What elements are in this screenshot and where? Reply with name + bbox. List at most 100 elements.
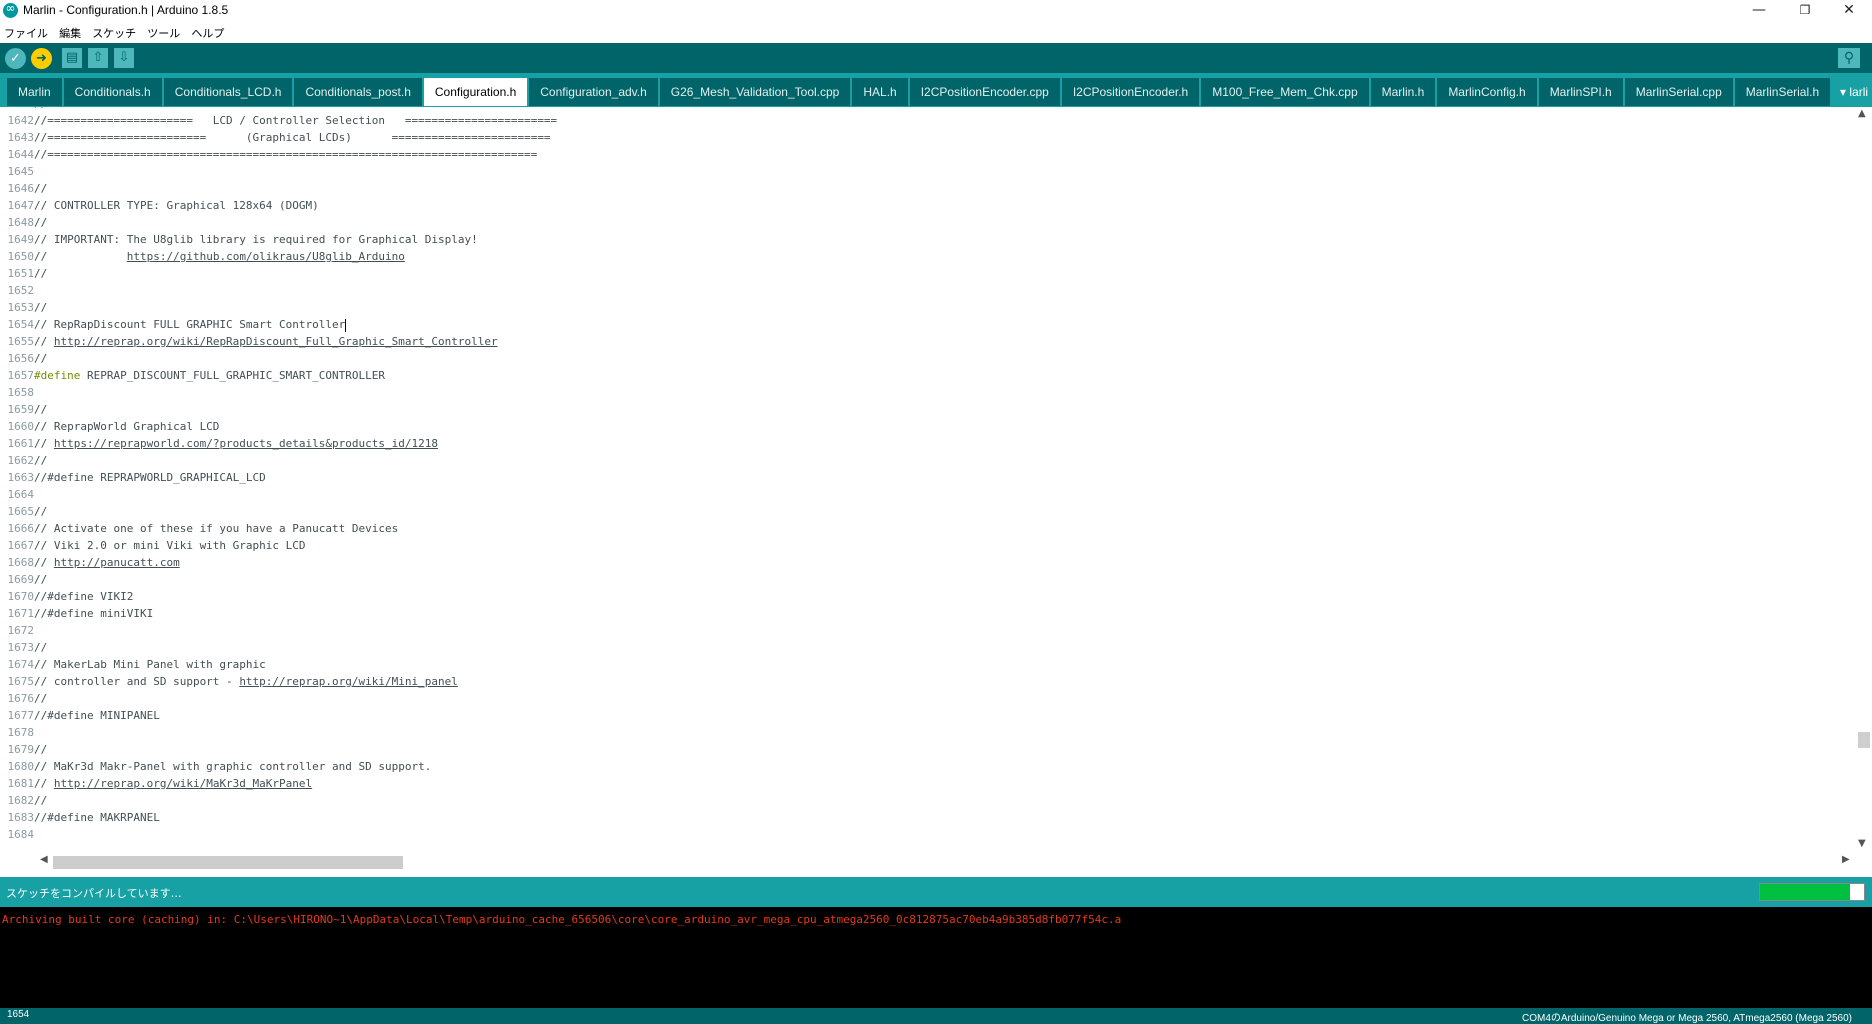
menu-help[interactable]: ヘルプ [189, 23, 226, 41]
code-line: 1653// [0, 299, 48, 316]
code-link[interactable]: http://reprap.org/wiki/RepRapDiscount_Fu… [54, 335, 498, 348]
tab-conditionals-h[interactable]: Conditionals.h [63, 78, 162, 106]
line-number: 1672 [7, 624, 35, 637]
scroll-left-icon[interactable]: ◀ [40, 854, 48, 865]
board-info: COM4のArduino/Genuino Mega or Mega 2560, … [1521, 1013, 1852, 1024]
tab-marlin-h[interactable]: Marlin.h [1370, 78, 1436, 106]
tab-marlinconfig-h[interactable]: MarlinConfig.h [1437, 78, 1537, 106]
tab-hal-h[interactable]: HAL.h [852, 78, 908, 106]
code-line: 1683//#define MAKRPANEL [0, 809, 160, 826]
code-line: 1681// http://reprap.org/wiki/MaKr3d_MaK… [0, 775, 313, 792]
tab-marlinserial-cpp[interactable]: MarlinSerial.cpp [1624, 78, 1733, 106]
code-line: 1662// [0, 452, 48, 469]
code-line: 1646// [0, 180, 48, 197]
menu-sketch[interactable]: スケッチ [90, 23, 138, 41]
line-number: 1679 [7, 743, 35, 756]
verify-check-icon[interactable]: ✓ [5, 48, 26, 69]
code-line: 1655// http://reprap.org/wiki/RepRapDisc… [0, 333, 498, 350]
scroll-right-icon[interactable]: ▶ [1842, 854, 1850, 865]
code-link[interactable]: https://github.com/olikraus/U8glib_Ardui… [127, 250, 405, 263]
code-content: // [34, 250, 48, 263]
current-line-number: 1654 [7, 1009, 30, 1020]
restore-icon[interactable]: ❐ [1782, 0, 1828, 21]
save-icon[interactable]: ⇩ [114, 48, 134, 68]
tab-menu-button[interactable]: ▾ larli [1840, 78, 1872, 106]
open-icon[interactable]: ⇧ [88, 48, 108, 68]
code-content: // [34, 692, 48, 705]
tab-m100-free-mem-chk-cpp[interactable]: M100_Free_Mem_Chk.cpp [1201, 78, 1369, 106]
code-link[interactable]: http://reprap.org/wiki/Mini_panel [239, 675, 458, 688]
tabs-container: Marlin Conditionals.h Conditionals_LCD.h Co… [7, 78, 1832, 107]
code-line: 1677//#define MINIPANEL [0, 707, 160, 724]
code-text: // controller and SD support - http://re… [34, 673, 458, 690]
code-content: // controller and SD support - [34, 675, 240, 688]
code-content: //#define REPRAPWORLD_GRAPHICAL_LCD [34, 471, 266, 484]
tab-conditionals-post-h[interactable]: Conditionals_post.h [294, 78, 422, 106]
code-text: //====================== LCD / Controlle… [34, 112, 557, 129]
tab-i2cpositionencoder-h[interactable]: I2CPositionEncoder.h [1061, 78, 1200, 106]
code-link[interactable]: https://reprapworld.com/?products_detail… [54, 437, 438, 450]
scroll-up-icon[interactable]: ▲ [1858, 108, 1866, 119]
line-number: 1657 [7, 369, 35, 382]
code-content: // [34, 301, 48, 314]
line-number: 1664 [7, 488, 35, 501]
line-number: 1665 [7, 505, 35, 518]
code-line: 1666// Activate one of these if you have… [0, 520, 399, 537]
code-text: // [34, 214, 47, 231]
code-text: // Activate one of these if you have a P… [34, 520, 398, 537]
code-text: // [34, 690, 47, 707]
code-content: // RepRapDiscount FULL GRAPHIC Smart Con… [34, 318, 346, 331]
serial-monitor-icon[interactable]: ⚲ [1838, 48, 1860, 68]
line-number: 1674 [7, 658, 35, 671]
code-line: 1654// RepRapDiscount FULL GRAPHIC Smart… [0, 316, 347, 333]
compile-status: スケッチをコンパイルしています… [6, 887, 182, 900]
code-line: 1643//======================== (Graphica… [0, 129, 551, 146]
tab-i2cpositionencoder-cpp[interactable]: I2CPositionEncoder.cpp [909, 78, 1060, 106]
menu-file[interactable]: ファイル [2, 23, 50, 41]
code-text: // https://reprapworld.com/?products_det… [34, 435, 438, 452]
code-content: //======================================… [34, 107, 537, 110]
code-text: //======================================… [34, 146, 537, 163]
tab-marlinspi-h[interactable]: MarlinSPI.h [1538, 78, 1623, 106]
code-content: // [34, 182, 48, 195]
code-text: // [34, 792, 47, 809]
code-line: 1660// ReprapWorld Graphical LCD [0, 418, 220, 435]
code-editor[interactable]: 1641//==================================… [0, 107, 1854, 854]
vertical-scroll-thumb[interactable] [1858, 732, 1870, 748]
code-line: 1642//====================== LCD / Contr… [0, 112, 558, 129]
code-text: // [34, 452, 47, 469]
tab-configuration-h[interactable]: Configuration.h [423, 78, 528, 106]
code-text: // http://panucatt.com [34, 554, 180, 571]
code-text: //#define REPRAPWORLD_GRAPHICAL_LCD [34, 469, 266, 486]
horizontal-scroll-thumb[interactable] [53, 856, 403, 869]
menu-bar: ファイル 編集 スケッチ ツール ヘルプ [0, 22, 1872, 41]
code-text: // [34, 350, 47, 367]
menu-edit[interactable]: 編集 [57, 23, 83, 41]
tab-marlin[interactable]: Marlin [7, 78, 62, 106]
scroll-down-icon[interactable]: ▼ [1858, 838, 1866, 849]
code-line: 1682// [0, 792, 48, 809]
code-text: // [34, 639, 47, 656]
code-link[interactable]: http://reprap.org/wiki/MaKr3d_MaKrPanel [54, 777, 312, 790]
tab-configuration-adv-h[interactable]: Configuration_adv.h [529, 78, 658, 106]
code-line: 1657#define REPRAP_DISCOUNT_FULL_GRAPHIC… [0, 367, 386, 384]
code-line: 1674// MakerLab Mini Panel with graphic [0, 656, 266, 673]
toolbar [0, 43, 1872, 73]
close-icon[interactable]: ✕ [1826, 0, 1872, 21]
tab-conditionals-lcd-h[interactable]: Conditionals_LCD.h [163, 78, 293, 106]
code-text: #define REPRAP_DISCOUNT_FULL_GRAPHIC_SMA… [34, 367, 385, 384]
minimize-icon[interactable]: — [1736, 0, 1782, 21]
code-link[interactable]: http://panucatt.com [54, 556, 180, 569]
upload-arrow-icon[interactable]: ➜ [31, 48, 52, 69]
new-file-icon[interactable]: ▤ [62, 48, 82, 68]
tab-g26-mesh-validation-tool-cpp[interactable]: G26_Mesh_Validation_Tool.cpp [659, 78, 851, 106]
tab-marlinserial-h[interactable]: MarlinSerial.h [1734, 78, 1831, 106]
code-line: 1665// [0, 503, 48, 520]
code-content: //======================================… [34, 148, 538, 161]
code-content: // MakerLab Mini Panel with graphic [34, 658, 266, 671]
code-content: // Viki 2.0 or mini Viki with Graphic LC… [34, 539, 306, 552]
code-content: // Activate one of these if you have a P… [34, 522, 399, 535]
line-number: 1651 [7, 267, 35, 280]
menu-tools[interactable]: ツール [145, 23, 182, 41]
line-number: 1658 [7, 386, 35, 399]
